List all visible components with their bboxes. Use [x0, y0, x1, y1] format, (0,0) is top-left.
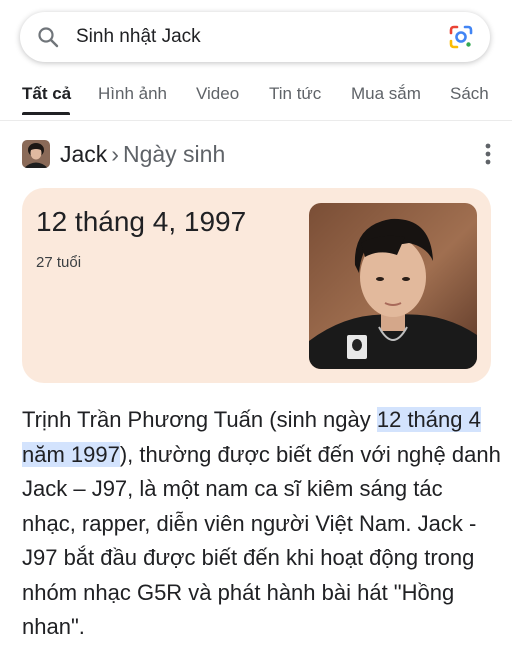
tab-shopping[interactable]: Mua sắm	[351, 84, 421, 104]
description-text-before: Trịnh Trần Phương Tuấn (sinh ngày	[22, 407, 377, 432]
age-label: 27 tuổi	[36, 254, 82, 271]
more-vert-icon[interactable]	[478, 142, 498, 166]
breadcrumb-separator: ›	[111, 140, 119, 167]
tab-videos[interactable]: Video	[196, 84, 239, 104]
entity-breadcrumb[interactable]: Jack › Ngày sinh	[22, 138, 492, 170]
search-tabs: Tất cả Hình ảnh Video Tin tức Mua sắm Sá…	[0, 80, 512, 121]
avatar	[22, 140, 50, 168]
entity-name[interactable]: Jack	[60, 141, 107, 168]
entity-photo[interactable]	[309, 203, 477, 369]
answer-card: 12 tháng 4, 1997 27 tuổi	[22, 188, 491, 383]
tab-books[interactable]: Sách	[450, 84, 489, 104]
entity-attribute: Ngày sinh	[122, 140, 226, 167]
birth-date: 12 tháng 4, 1997	[36, 206, 247, 237]
tab-images[interactable]: Hình ảnh	[98, 84, 167, 104]
entity-description: Trịnh Trần Phương Tuấn (sinh ngày 12 thá…	[22, 403, 502, 645]
tab-all[interactable]: Tất cả	[22, 84, 71, 104]
search-icon[interactable]	[36, 25, 60, 49]
description-text-after: ), thường được biết đến với nghệ danh Ja…	[22, 441, 501, 640]
search-input[interactable]: Sinh nhật Jack	[76, 26, 448, 48]
google-lens-icon[interactable]	[448, 24, 474, 50]
tab-news[interactable]: Tin tức	[269, 84, 321, 104]
search-bar[interactable]: Sinh nhật Jack	[20, 12, 490, 62]
active-tab-indicator	[22, 112, 70, 115]
